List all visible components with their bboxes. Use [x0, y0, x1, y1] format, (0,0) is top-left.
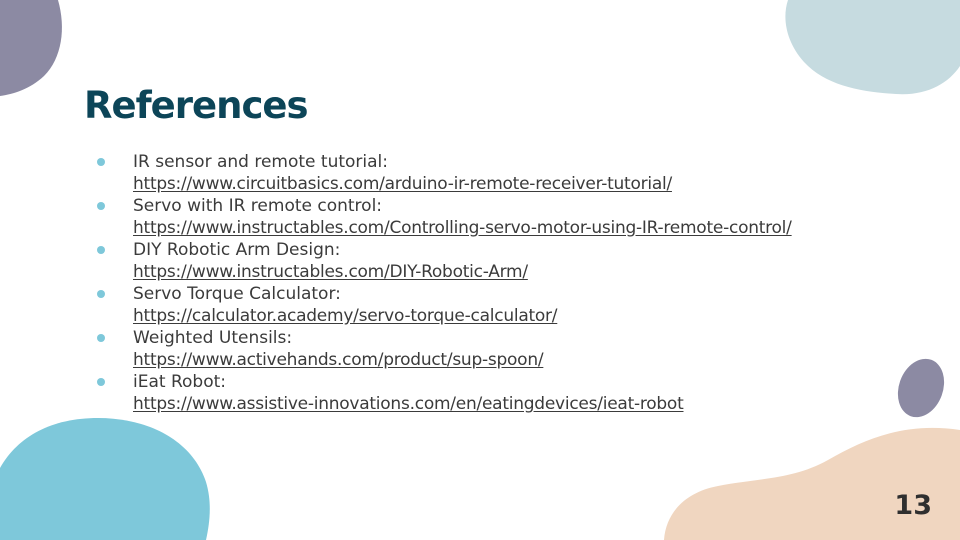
bullet-icon: [97, 202, 105, 210]
reference-label: Servo Torque Calculator:: [133, 284, 341, 304]
slide-title: References: [84, 84, 309, 127]
purple-blob-top-left: [0, 0, 62, 96]
reference-item: Servo with IR remote control: https://ww…: [96, 195, 916, 239]
reference-link[interactable]: https://www.instructables.com/Controllin…: [133, 217, 916, 239]
peach-blob-bottom-right-shape: [664, 427, 960, 540]
reference-link[interactable]: https://calculator.academy/servo-torque-…: [133, 305, 916, 327]
bullet-icon: [97, 378, 105, 386]
reference-label: iEat Robot:: [133, 372, 226, 392]
references-list: IR sensor and remote tutorial: https://w…: [96, 151, 916, 415]
teal-blob-bottom-left: [0, 418, 210, 540]
reference-item: Servo Torque Calculator: https://calcula…: [96, 283, 916, 327]
reference-item: IR sensor and remote tutorial: https://w…: [96, 151, 916, 195]
reference-item: Weighted Utensils: https://www.activehan…: [96, 327, 916, 371]
bullet-icon: [97, 290, 105, 298]
reference-link[interactable]: https://www.activehands.com/product/sup-…: [133, 349, 916, 371]
teal-blob-bottom-left-shape: [0, 418, 210, 540]
bullet-icon: [97, 158, 105, 166]
reference-link[interactable]: https://www.circuitbasics.com/arduino-ir…: [133, 173, 916, 195]
reference-label: IR sensor and remote tutorial:: [133, 152, 389, 172]
reference-item: DIY Robotic Arm Design: https://www.inst…: [96, 239, 916, 283]
page-number: 13: [894, 490, 932, 521]
reference-label: Servo with IR remote control:: [133, 196, 383, 216]
reference-item: iEat Robot: https://www.assistive-innova…: [96, 371, 916, 415]
reference-label: Weighted Utensils:: [133, 328, 293, 348]
reference-label: DIY Robotic Arm Design:: [133, 240, 341, 260]
bullet-icon: [97, 334, 105, 342]
peach-blob-bottom-right: [664, 427, 960, 540]
light-blue-blob-top-right-shape: [785, 0, 960, 95]
purple-blob-top-left-shape: [0, 0, 62, 96]
bullet-icon: [97, 246, 105, 254]
slide: References IR sensor and remote tutorial…: [0, 0, 960, 540]
light-blue-blob-top-right: [785, 0, 960, 95]
reference-link[interactable]: https://www.instructables.com/DIY-Roboti…: [133, 261, 916, 283]
reference-link[interactable]: https://www.assistive-innovations.com/en…: [133, 393, 916, 415]
